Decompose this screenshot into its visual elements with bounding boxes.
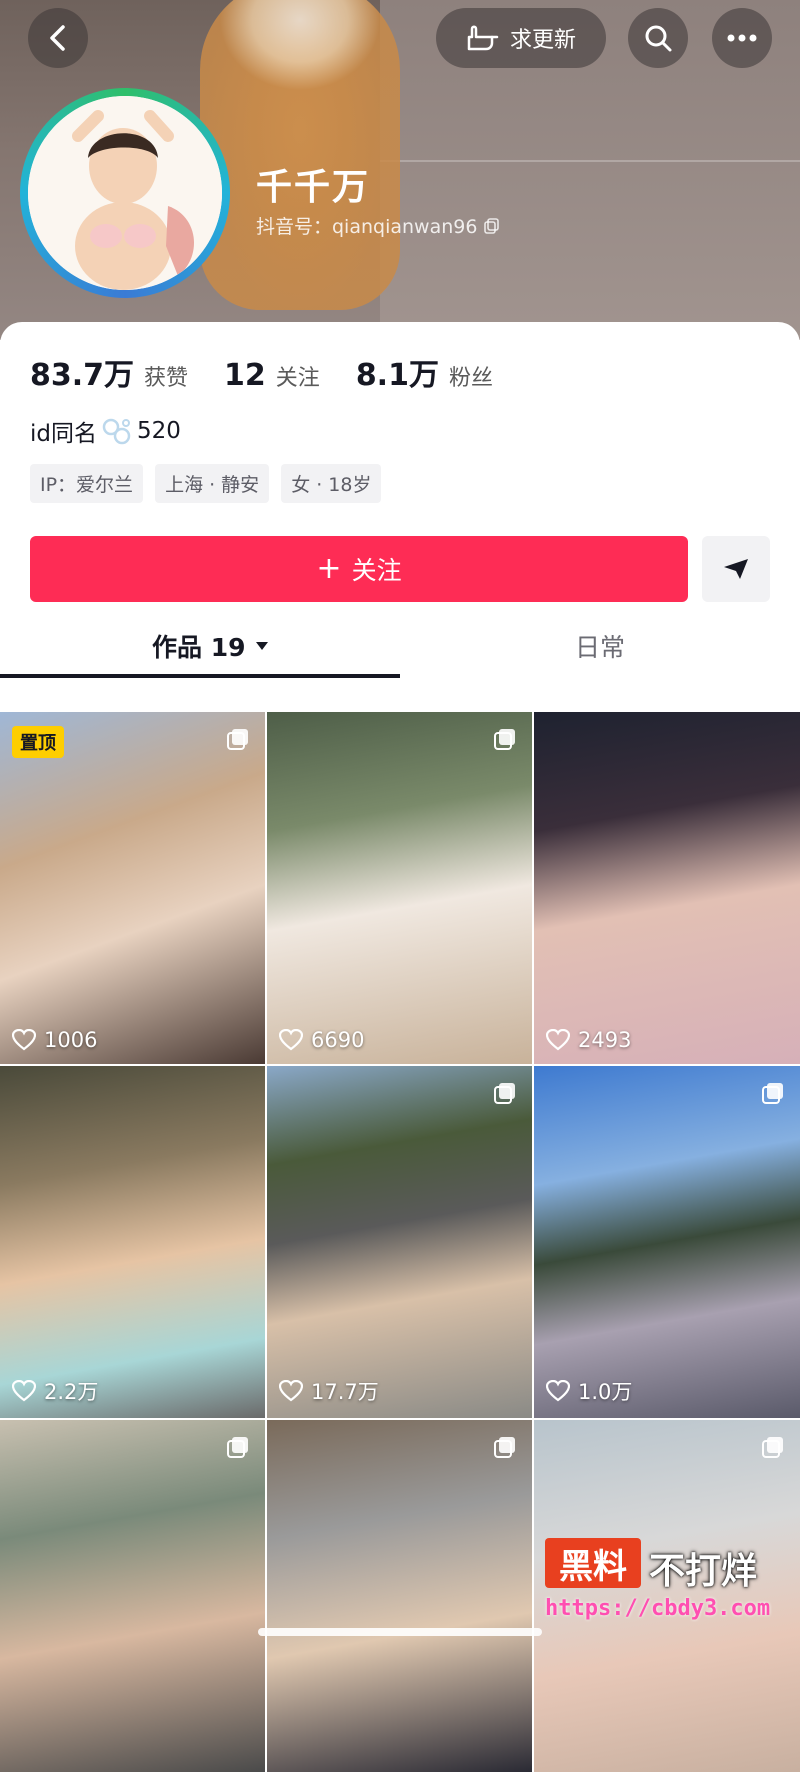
- thumbnail-image: [267, 1420, 532, 1772]
- more-dots-icon: [727, 34, 757, 42]
- like-count: 1006: [12, 1028, 97, 1052]
- like-count-text: 2.2万: [44, 1380, 99, 1404]
- video-thumb[interactable]: 2.2万: [0, 1066, 265, 1418]
- like-count-text: 6690: [311, 1028, 365, 1052]
- video-thumb[interactable]: 2493: [534, 712, 800, 1064]
- like-count: 1.0万: [546, 1376, 632, 1406]
- heart-icon: [546, 1029, 570, 1051]
- thumbnail-image: [534, 1066, 800, 1418]
- cover-line: [380, 160, 800, 162]
- cover-cat-image: [200, 0, 400, 310]
- pinned-badge: 置顶: [12, 726, 64, 758]
- profile-tags: IP：爱尔兰 上海 · 静安 女 · 18岁: [30, 464, 382, 503]
- video-thumb[interactable]: [267, 1420, 532, 1772]
- thumbnail-image: [267, 712, 532, 1064]
- chevron-left-icon: [50, 25, 65, 51]
- back-button[interactable]: [28, 8, 88, 68]
- heart-icon: [12, 1380, 36, 1402]
- like-count: 2.2万: [12, 1376, 98, 1406]
- like-count: 2493: [546, 1028, 631, 1052]
- video-thumb[interactable]: [0, 1420, 265, 1772]
- bio: id同名 520: [30, 414, 181, 448]
- video-thumb[interactable]: 17.7万: [267, 1066, 532, 1418]
- multi-image-icon: [227, 729, 248, 750]
- tab-underline: [0, 674, 400, 678]
- heart-icon: [546, 1380, 570, 1402]
- hand-point-icon: [467, 25, 499, 51]
- request-update-button[interactable]: 求更新: [436, 8, 606, 68]
- multi-image-icon: [494, 729, 515, 750]
- nickname: 千千万: [256, 167, 371, 208]
- followers-label[interactable]: 粉丝: [449, 360, 493, 392]
- thumbnail-image: [267, 1066, 532, 1418]
- like-count-text: 1.0万: [578, 1380, 633, 1404]
- like-count-text: 17.7万: [311, 1380, 379, 1404]
- video-thumb[interactable]: 1.0万: [534, 1066, 800, 1418]
- tab-daily[interactable]: 日常: [575, 628, 625, 664]
- search-icon: [645, 25, 672, 52]
- like-count: 17.7万: [279, 1376, 379, 1406]
- following-count[interactable]: 12: [224, 358, 266, 393]
- message-button[interactable]: [702, 536, 770, 602]
- plus-icon: +: [316, 551, 342, 586]
- multi-image-icon: [762, 1083, 783, 1104]
- tab-works[interactable]: 作品 19: [152, 628, 270, 664]
- multi-image-icon: [494, 1437, 515, 1458]
- thumbnail-image: [534, 712, 800, 1064]
- watermark-text: 不打烊: [649, 1551, 758, 1592]
- follow-button[interactable]: + 关注: [30, 536, 688, 602]
- home-indicator[interactable]: [258, 1628, 542, 1636]
- caret-down-icon: [255, 642, 268, 650]
- following-label[interactable]: 关注: [276, 360, 320, 392]
- heart-icon: [279, 1380, 303, 1402]
- heart-icon: [12, 1029, 36, 1051]
- likes-label: 获赞: [144, 366, 189, 391]
- stats-row: 83.7万 获赞 12 关注 8.1万 粉丝: [30, 350, 519, 394]
- copy-icon[interactable]: [483, 217, 501, 235]
- douyin-id[interactable]: 抖音号：qianqianwan96: [256, 212, 501, 239]
- watermark: 黑料 不打烊 https://cbdy3.com: [545, 1538, 795, 1638]
- follow-label: 关注: [351, 556, 402, 585]
- tag-location[interactable]: 上海 · 静安: [155, 464, 270, 503]
- search-button[interactable]: [628, 8, 688, 68]
- avatar-image: [28, 96, 222, 290]
- tab-daily-label: 日常: [575, 633, 626, 662]
- heart-icon: [279, 1029, 303, 1051]
- like-count: 6690: [279, 1028, 364, 1052]
- more-button[interactable]: [712, 8, 772, 68]
- avatar[interactable]: [20, 88, 230, 298]
- bubble-emoji-icon: [102, 418, 131, 445]
- request-update-label: 求更新: [509, 28, 576, 53]
- tag-ip: IP：爱尔兰: [30, 464, 144, 503]
- followers-count[interactable]: 8.1万: [356, 350, 439, 394]
- thumbnail-image: [0, 712, 265, 1064]
- watermark-badge: 黑料: [545, 1538, 641, 1588]
- likes-count: 83.7万: [30, 358, 135, 393]
- douyin-id-text: 抖音号：qianqianwan96: [256, 216, 478, 238]
- tab-works-label: 作品 19: [152, 633, 246, 662]
- like-count-text: 2493: [578, 1028, 632, 1052]
- multi-image-icon: [494, 1083, 515, 1104]
- multi-image-icon: [762, 1437, 783, 1458]
- multi-image-icon: [227, 1437, 248, 1458]
- thumbnail-image: [0, 1066, 265, 1418]
- bio-suffix: 520: [137, 418, 181, 444]
- tag-gender-age: 女 · 18岁: [281, 464, 382, 503]
- watermark-url: https://cbdy3.com: [545, 1596, 771, 1621]
- send-icon: [724, 559, 748, 579]
- bio-prefix: id同名: [30, 421, 97, 447]
- video-thumb[interactable]: 6690: [267, 712, 532, 1064]
- like-count-text: 1006: [44, 1028, 98, 1052]
- video-thumb[interactable]: 置顶 1006: [0, 712, 265, 1064]
- avatar-illustration: [28, 96, 222, 290]
- thumbnail-image: [0, 1420, 265, 1772]
